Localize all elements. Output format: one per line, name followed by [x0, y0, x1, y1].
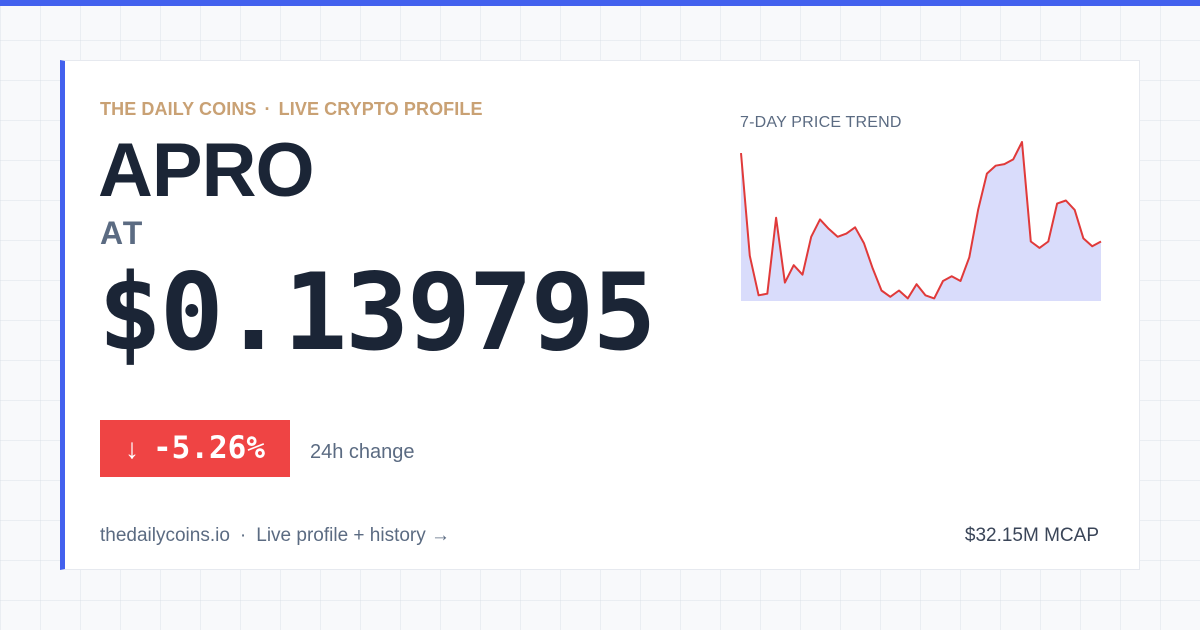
eyebrow-separator: · — [264, 99, 271, 119]
trend-title: 7-DAY PRICE TREND — [740, 114, 902, 131]
section-label: LIVE CRYPTO PROFILE — [278, 99, 483, 119]
arrow-down-icon: ↓ — [125, 432, 139, 464]
change-label: 24h change — [310, 441, 415, 463]
change-value: -5.26% — [153, 430, 265, 466]
eyebrow: THE DAILY COINS · LIVE CRYPTO PROFILE — [100, 99, 483, 120]
coin-card: THE DAILY COINS · LIVE CRYPTO PROFILE APRO… — [60, 60, 1140, 570]
coin-symbol: AT — [100, 215, 145, 251]
price-sparkline — [740, 141, 1102, 301]
top-accent-bar — [0, 0, 1200, 6]
profile-history-link[interactable]: Live profile + history → — [256, 525, 450, 546]
footer-left: thedailycoins.io · Live profile + history … — [100, 525, 450, 547]
coin-name: APRO — [98, 128, 315, 213]
brand-label: THE DAILY COINS — [100, 99, 257, 119]
coin-price: $0.139795 — [98, 251, 656, 374]
site-link[interactable]: thedailycoins.io — [100, 525, 230, 546]
market-cap: $32.15M MCAP — [964, 525, 1099, 546]
sparkline-area — [741, 142, 1101, 301]
change-badge: ↓ -5.26% — [100, 420, 290, 477]
footer-separator: · — [239, 525, 247, 546]
